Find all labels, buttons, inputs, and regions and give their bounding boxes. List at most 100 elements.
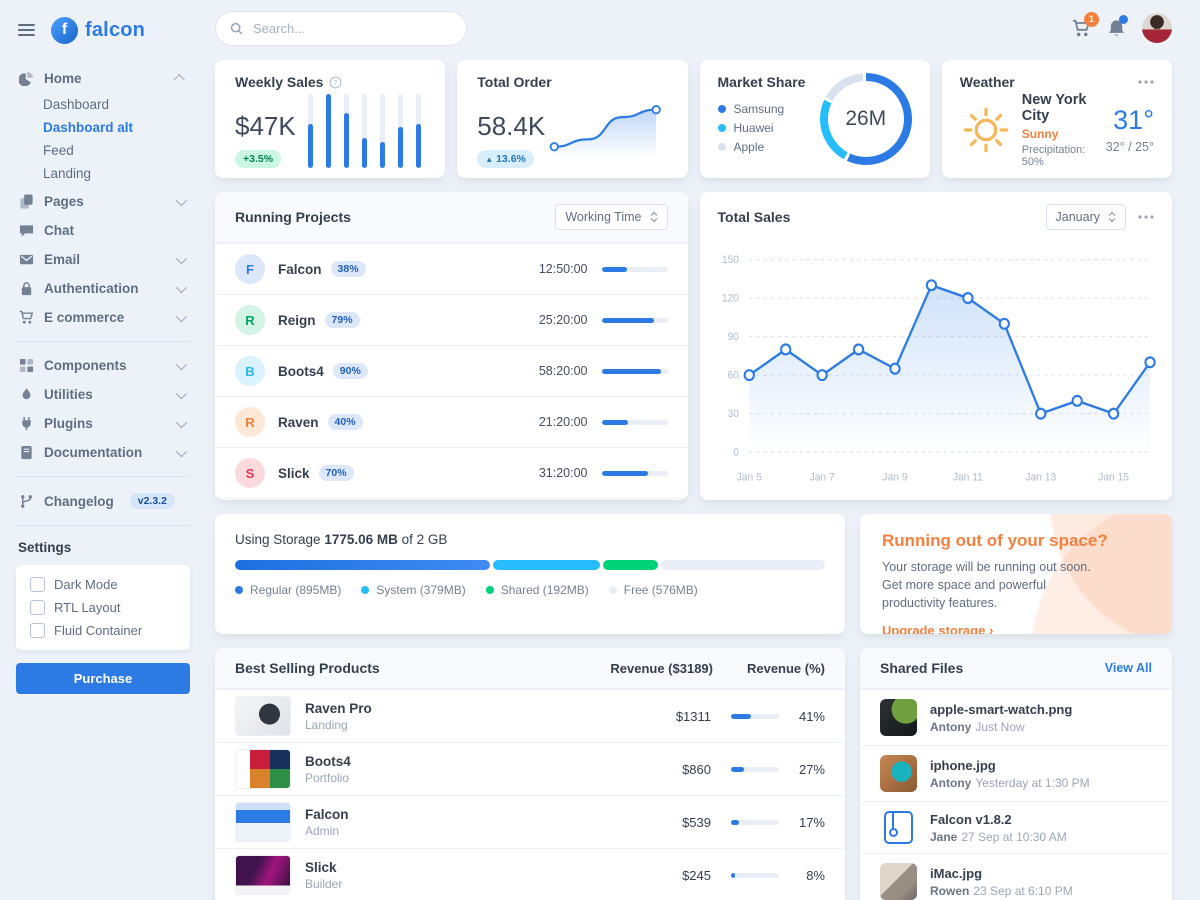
sidebar-subitem[interactable]: Dashboard alt xyxy=(16,116,190,139)
project-avatar: R xyxy=(235,407,265,437)
project-row[interactable]: R Raven 40% 21:20:00 xyxy=(215,396,688,447)
svg-text:60: 60 xyxy=(727,369,739,381)
sidebar-item-label: Changelog xyxy=(44,494,114,509)
project-percent-badge: 40% xyxy=(328,414,363,430)
file-name[interactable]: iphone.jpg xyxy=(930,758,1090,773)
legend-dot xyxy=(718,124,726,132)
dots-icon[interactable] xyxy=(1138,215,1154,219)
sidebar-subitem[interactable]: Dashboard xyxy=(16,93,190,116)
hamburger-menu-icon[interactable] xyxy=(16,20,37,40)
project-name[interactable]: Raven xyxy=(278,415,319,430)
weather-card: Weather New York City Sunny Precipitatio… xyxy=(942,60,1172,178)
sidebar-item-changelog[interactable]: Changelog v2.3.2 xyxy=(16,486,190,516)
sidebar-item[interactable]: Plugins xyxy=(16,409,190,438)
best-selling-card: Best Selling Products Revenue ($3189) Re… xyxy=(215,648,845,900)
plugins-icon xyxy=(18,416,34,431)
product-name[interactable]: Boots4 xyxy=(305,754,631,769)
file-row[interactable]: iMac.jpg Rowen23 Sep at 6:10 PM xyxy=(860,853,1172,900)
month-select[interactable]: January xyxy=(1046,204,1126,230)
space-title: Running out of your space? xyxy=(882,531,1150,551)
product-thumbnail xyxy=(235,696,291,736)
column-header-revenue: Revenue ($3189) xyxy=(538,661,713,676)
revenue-percent: 27% xyxy=(779,762,825,777)
product-row[interactable]: Falcon Admin $539 17% xyxy=(215,795,845,848)
project-row[interactable]: R Reign 79% 25:20:00 xyxy=(215,294,688,345)
view-all-link[interactable]: View All xyxy=(1105,661,1152,675)
falcon-logo-icon: f xyxy=(51,17,78,44)
working-time-select[interactable]: Working Time xyxy=(555,204,667,230)
space-body: Your storage will be running out soon. G… xyxy=(882,558,1102,612)
product-row[interactable]: Slick Builder $245 8% xyxy=(215,848,845,900)
total-order-value: 58.4K xyxy=(477,112,545,141)
product-row[interactable]: Raven Pro Landing $1311 41% xyxy=(215,689,845,742)
components-icon xyxy=(18,358,34,373)
file-row[interactable]: apple-smart-watch.png AntonyJust Now xyxy=(860,689,1172,745)
sidebar-subitem[interactable]: Landing xyxy=(16,162,190,185)
card-footer: Show all projects › xyxy=(215,498,688,500)
home-submenu: Dashboard Dashboard alt Feed Landing xyxy=(16,93,190,185)
search-box[interactable] xyxy=(215,11,467,46)
legend-item: Shared (192MB) xyxy=(486,583,589,597)
file-owner: Jane xyxy=(930,830,957,844)
file-name[interactable]: iMac.jpg xyxy=(930,866,1073,881)
project-name[interactable]: Falcon xyxy=(278,262,322,277)
product-name[interactable]: Falcon xyxy=(305,807,631,822)
project-row[interactable]: B Boots4 90% 58:20:00 xyxy=(215,345,688,396)
product-thumbnail xyxy=(235,802,291,842)
notifications-button[interactable] xyxy=(1107,19,1126,38)
settings-checkbox[interactable] xyxy=(30,623,45,638)
settings-option[interactable]: Dark Mode xyxy=(30,577,176,592)
product-category: Builder xyxy=(305,877,631,891)
card-title: Running Projects xyxy=(235,209,351,225)
sidebar-item[interactable]: Documentation xyxy=(16,438,190,467)
search-icon xyxy=(230,22,243,35)
brand-logo[interactable]: f falcon xyxy=(51,17,145,44)
sidebar-subitem-label: Landing xyxy=(43,166,91,181)
cart-button[interactable]: 1 xyxy=(1072,19,1091,38)
settings-option[interactable]: RTL Layout xyxy=(30,600,176,615)
purchase-button[interactable]: Purchase xyxy=(16,663,190,694)
sidebar-item[interactable]: E commerce xyxy=(16,303,190,332)
sidebar-item-home[interactable]: Home xyxy=(16,64,190,93)
sidebar-item[interactable]: Components xyxy=(16,351,190,380)
utilities-icon xyxy=(18,387,34,402)
product-row[interactable]: Boots4 Portfolio $860 27% xyxy=(215,742,845,795)
file-thumbnail xyxy=(880,755,917,792)
project-name[interactable]: Boots4 xyxy=(278,364,324,379)
upgrade-storage-link[interactable]: Upgrade storage › xyxy=(882,623,993,634)
project-percent-badge: 70% xyxy=(319,465,354,481)
market-share-donut: 26M xyxy=(820,73,912,165)
settings-checkbox[interactable] xyxy=(30,577,45,592)
settings-option[interactable]: Fluid Container xyxy=(30,623,176,638)
revenue-percent: 8% xyxy=(779,868,825,883)
file-row[interactable]: Falcon v1.8.2 Jane27 Sep at 10:30 AM xyxy=(860,801,1172,853)
legend-item: Free (576MB) xyxy=(609,583,698,597)
sidebar-item[interactable]: Pages xyxy=(16,187,190,216)
version-badge: v2.3.2 xyxy=(130,493,175,509)
revenue-progress-bar xyxy=(731,873,779,878)
file-name[interactable]: apple-smart-watch.png xyxy=(930,702,1072,717)
project-row[interactable]: S Slick 70% 31:20:00 xyxy=(215,447,688,498)
total-sales-card: Total Sales January 0306090120150Jan 5Ja… xyxy=(700,192,1173,500)
sidebar-item[interactable]: Authentication xyxy=(16,274,190,303)
question-icon[interactable]: ? xyxy=(329,76,342,89)
search-input[interactable] xyxy=(251,20,452,37)
market-share-legend: Samsung Huawei Apple xyxy=(718,102,812,154)
sidebar-subitem[interactable]: Feed xyxy=(16,139,190,162)
settings-checkbox[interactable] xyxy=(30,600,45,615)
sidebar-item[interactable]: Email xyxy=(16,245,190,274)
product-name[interactable]: Slick xyxy=(305,860,631,875)
project-name[interactable]: Slick xyxy=(278,466,310,481)
file-name[interactable]: Falcon v1.8.2 xyxy=(930,812,1067,827)
user-avatar[interactable] xyxy=(1142,13,1172,43)
market-share-card: Market Share Samsung Huawei xyxy=(700,60,930,178)
sidebar-item[interactable]: Utilities xyxy=(16,380,190,409)
legend-item: Regular (895MB) xyxy=(235,583,341,597)
product-name[interactable]: Raven Pro xyxy=(305,701,631,716)
project-name[interactable]: Reign xyxy=(278,313,316,328)
weather-range: 32° / 25° xyxy=(1106,140,1154,154)
file-row[interactable]: iphone.jpg AntonyYesterday at 1:30 PM xyxy=(860,745,1172,801)
dots-icon[interactable] xyxy=(1138,80,1154,84)
sidebar-item[interactable]: Chat xyxy=(16,216,190,245)
project-row[interactable]: F Falcon 38% 12:50:00 xyxy=(215,243,688,294)
